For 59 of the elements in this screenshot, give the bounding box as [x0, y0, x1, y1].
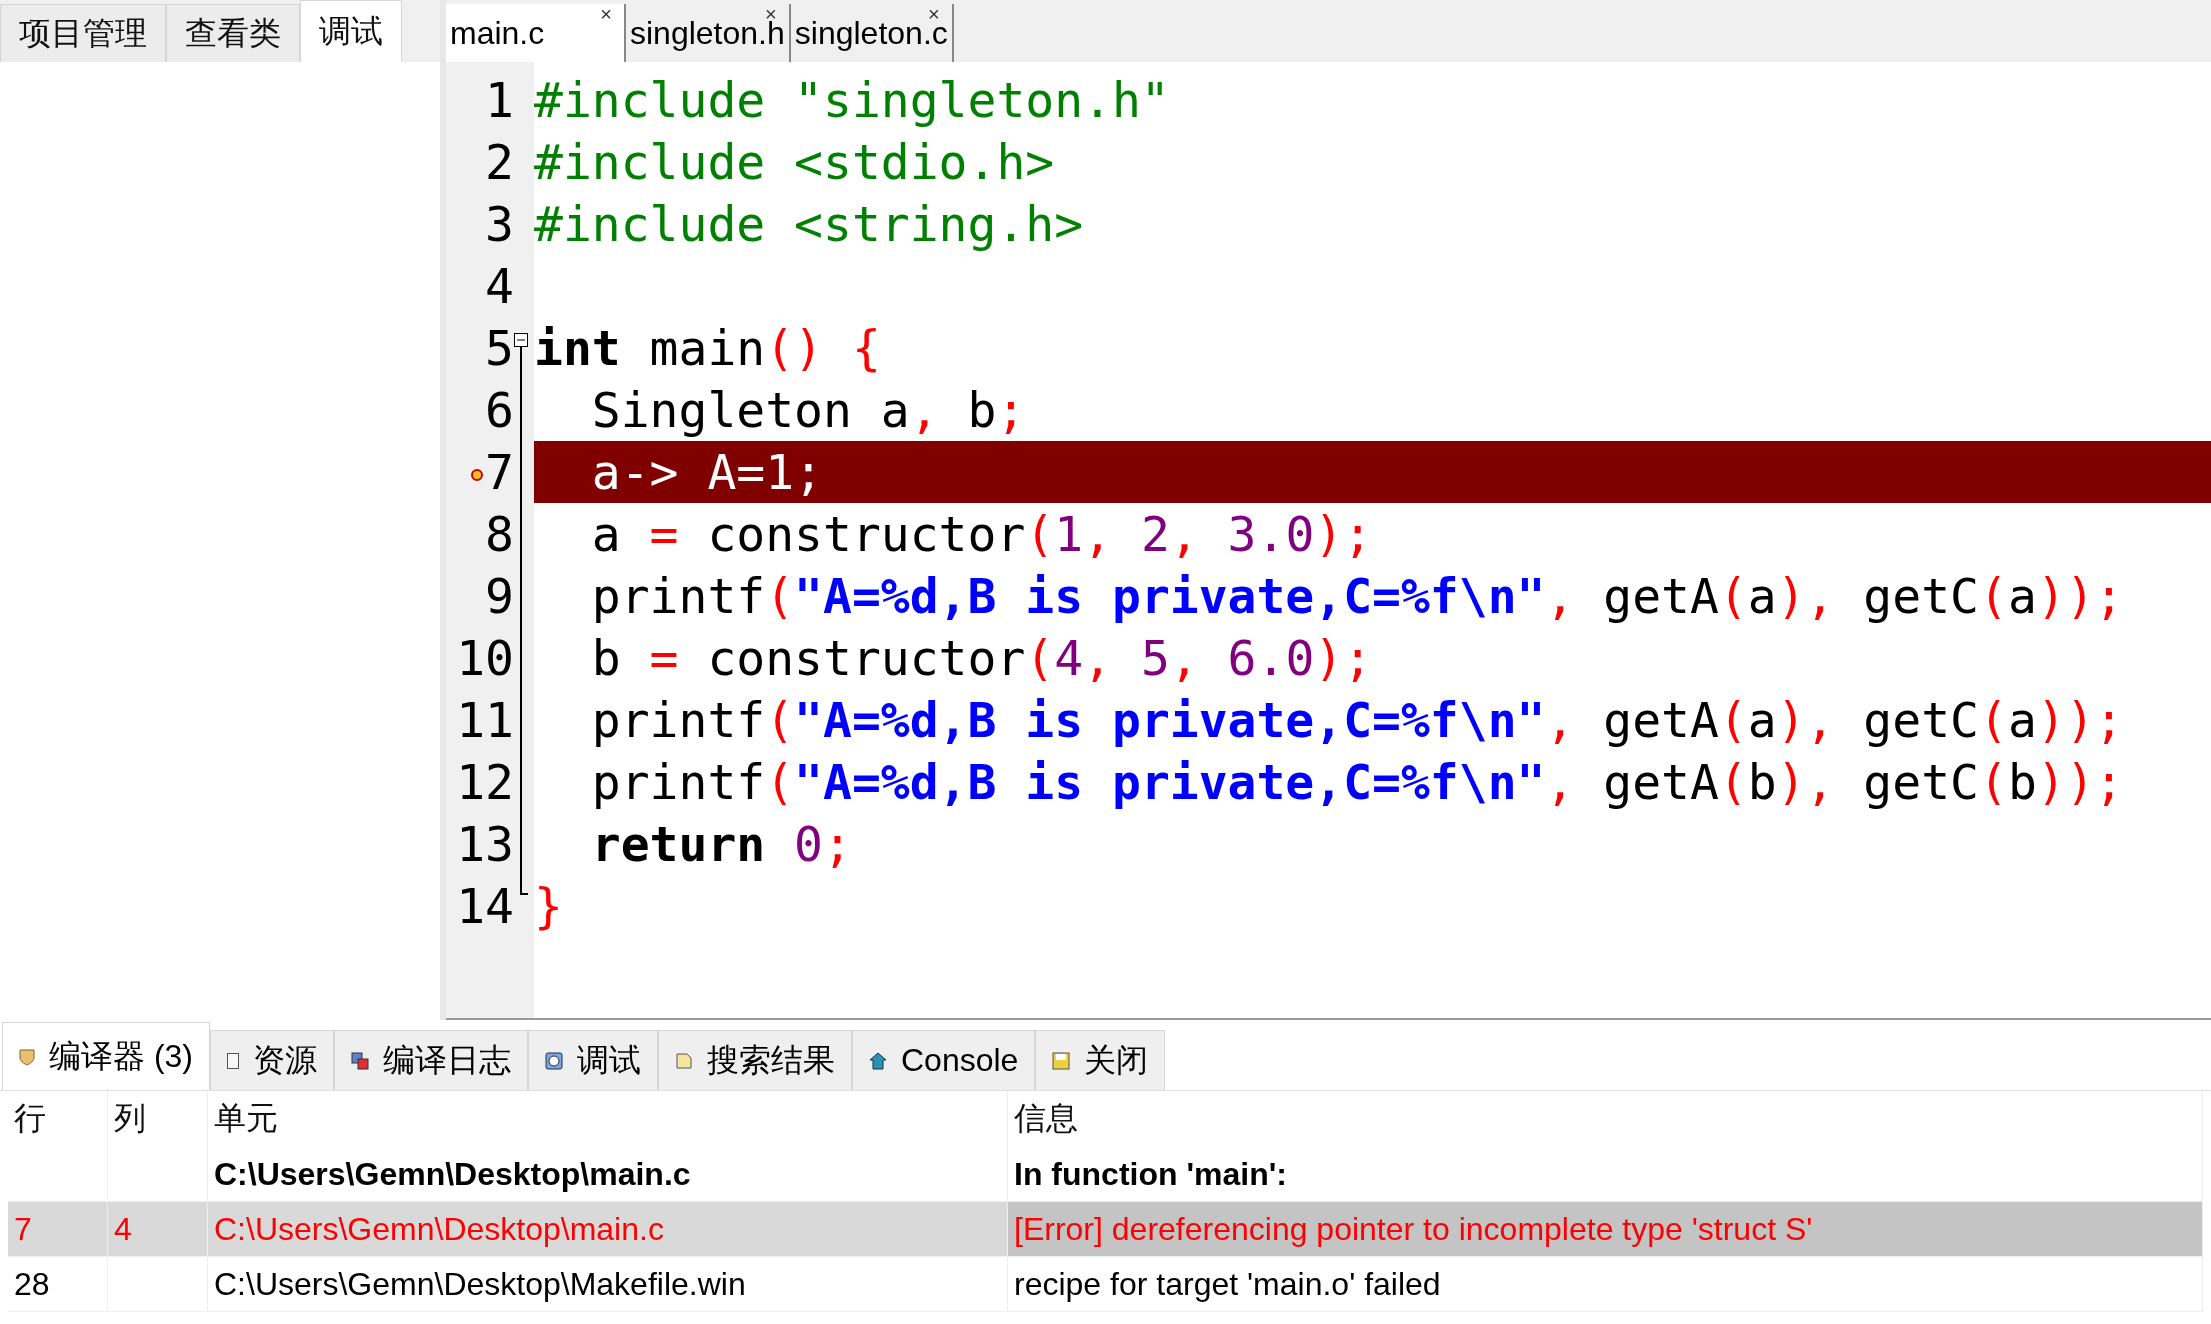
shield-icon — [19, 1047, 35, 1066]
panel-tab[interactable]: 查看类 — [166, 4, 300, 62]
code-line: printf("A=%d,B is private,C=%f\n", getA(a), getC(a)); — [590, 692, 2124, 748]
house-icon — [869, 1051, 887, 1070]
line-number: 8 — [485, 506, 514, 562]
table-cell: [Error] dereferencing pointer to incomplete type 'struct S' — [1008, 1202, 2203, 1257]
line-number: 3 — [485, 196, 514, 252]
code-line: return 0; — [590, 816, 852, 872]
code-line: a-> A=1; — [590, 444, 823, 500]
line-number: 9 — [485, 568, 514, 624]
panel-tab[interactable]: 项目管理 — [0, 4, 166, 62]
close-button[interactable]: × — [600, 4, 612, 24]
code-line: printf("A=%d,B is private,C=%f\n", getA(a), getC(a)); — [590, 568, 2124, 624]
output-tab[interactable]: 搜索结果 — [658, 1030, 852, 1090]
page-icon — [227, 1052, 239, 1069]
error-icon — [471, 469, 484, 481]
line-number: 11 — [456, 692, 514, 748]
close-button[interactable]: × — [928, 4, 940, 24]
fold-end-line — [520, 875, 528, 895]
table-cell: C:\Users\Gemn\Desktop\main.c — [208, 1202, 1008, 1257]
line-number: 10 — [456, 630, 514, 686]
code-line: printf("A=%d,B is private,C=%f\n", getA(b), getC(b)); — [590, 754, 2124, 810]
code-line: Singleton a, b; — [590, 382, 1026, 438]
output-tab[interactable]: Console — [852, 1030, 1036, 1090]
line-number: 14 — [456, 878, 514, 934]
table-cell: 7 — [8, 1202, 108, 1257]
panel-tab[interactable]: 调试 — [300, 0, 402, 62]
line-number: 7 — [485, 444, 514, 500]
code-line: #include <string.h> — [534, 196, 1084, 252]
line-number: 6 — [485, 382, 514, 438]
output-tab[interactable]: 资源 — [210, 1030, 334, 1090]
table-cell: recipe for target 'main.o' failed — [1008, 1257, 2203, 1312]
table-cell: C:\Users\Gemn\Desktop\main.c — [208, 1147, 1008, 1202]
table-cell: In function 'main': — [1008, 1147, 2203, 1202]
code-line: int main() { — [534, 320, 881, 376]
code-line: } — [534, 878, 563, 934]
code-line: a = constructor(1, 2, 3.0); — [590, 506, 1373, 562]
code-line: #include <stdio.h> — [534, 134, 1055, 190]
code-line: #include "singleton.h" — [534, 72, 1170, 128]
note-icon — [675, 1051, 693, 1070]
output-tab[interactable]: 编译日志 — [334, 1030, 528, 1090]
output-tab[interactable]: 编译器 (3) — [2, 1022, 210, 1090]
line-number: 1 — [485, 72, 514, 128]
output-tab[interactable]: 关闭 — [1035, 1030, 1166, 1090]
code-line: b = constructor(4, 5, 6.0); — [590, 630, 1373, 686]
windows-icon — [351, 1051, 369, 1070]
floppy-icon — [1052, 1051, 1071, 1070]
table-cell: 4 — [108, 1202, 208, 1257]
line-number: 5 — [485, 320, 514, 376]
file-tab[interactable]: main.c × — [446, 4, 626, 62]
fold-icon[interactable] — [514, 333, 528, 347]
table-cell: 28 — [8, 1257, 108, 1312]
clock-icon — [545, 1051, 563, 1070]
line-number: 12 — [456, 754, 514, 810]
line-number: 2 — [485, 134, 514, 190]
line-number: 13 — [456, 816, 514, 872]
table-cell: C:\Users\Gemn\Desktop\Makefile.win — [208, 1257, 1008, 1312]
line-number: 4 — [485, 258, 514, 314]
output-tab[interactable]: 调试 — [528, 1030, 658, 1090]
